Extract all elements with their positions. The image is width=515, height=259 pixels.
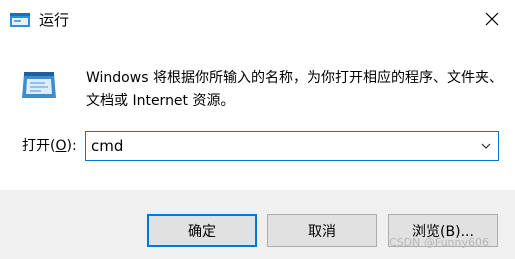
command-input[interactable] (86, 132, 466, 160)
window-title: 运行 (39, 11, 70, 29)
ok-button[interactable]: 确定 (147, 214, 257, 247)
dialog-description: Windows 将根据你所输入的名称，为你打开相应的程序、文件夹、文档或 Int… (86, 70, 503, 109)
run-dialog-icon (10, 13, 30, 27)
open-label-accelerator: O (55, 138, 67, 154)
command-combobox[interactable] (85, 131, 499, 161)
close-icon (485, 12, 499, 26)
run-program-icon (22, 72, 56, 98)
watermark: CSDN @Funny606 (389, 236, 490, 249)
chevron-down-icon[interactable] (480, 140, 492, 152)
cancel-button[interactable]: 取消 (267, 214, 377, 247)
dialog-content: Windows 将根据你所输入的名称，为你打开相应的程序、文件夹、文档或 Int… (0, 40, 515, 190)
title-bar: 运行 (0, 0, 515, 40)
open-label: 打开(O): (22, 138, 77, 154)
close-button[interactable] (469, 0, 515, 38)
